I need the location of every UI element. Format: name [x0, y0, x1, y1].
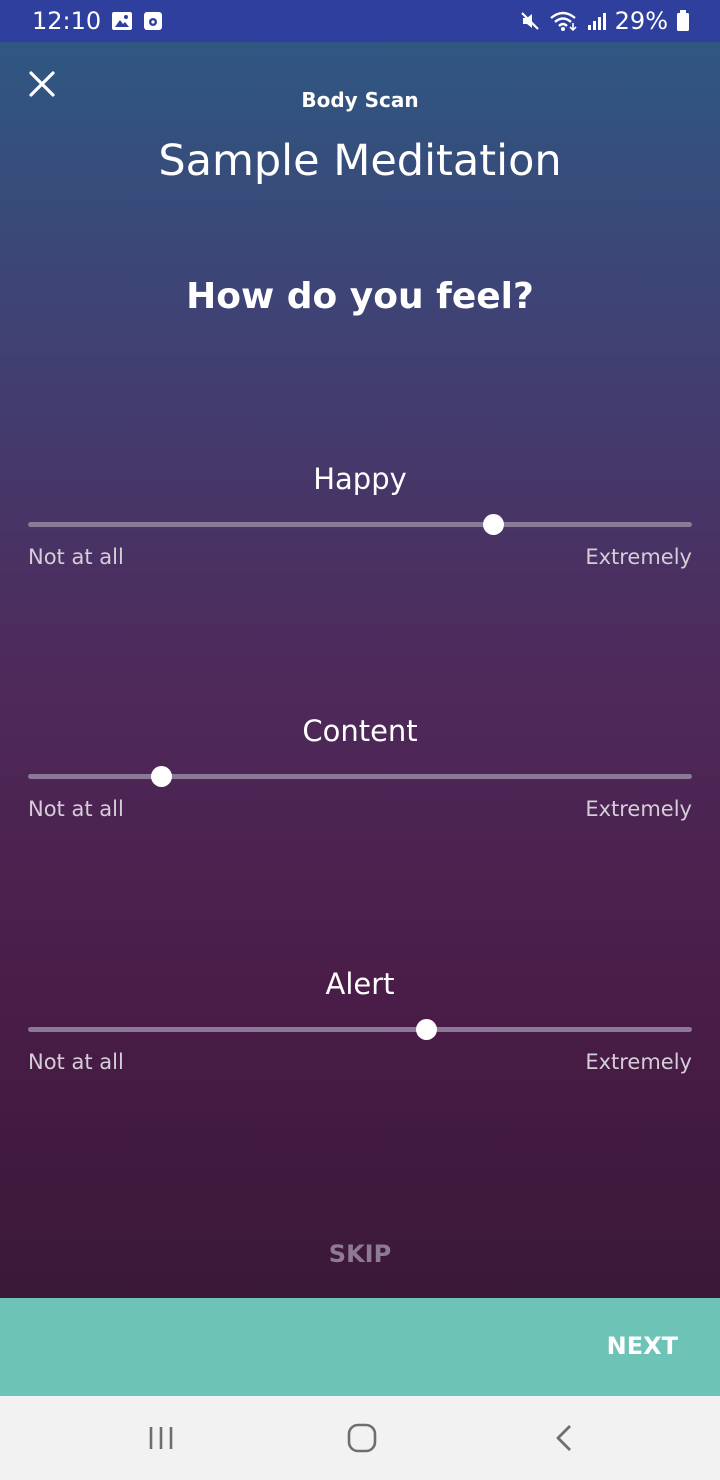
signal-icon [587, 11, 607, 31]
status-time: 12:10 [32, 7, 102, 35]
recent-apps-button[interactable] [141, 1422, 181, 1454]
slider-thumb[interactable] [150, 766, 172, 787]
slider-label: Alert [325, 967, 395, 1001]
slider-min-label: Not at all [28, 1050, 124, 1074]
slider-track[interactable] [28, 1019, 692, 1040]
slider-thumb[interactable] [416, 1019, 438, 1040]
status-right: 29% [519, 7, 690, 35]
battery-percent: 29% [614, 7, 668, 35]
slider-max-label: Extremely [585, 797, 692, 821]
back-button[interactable] [544, 1422, 584, 1454]
slider-min-label: Not at all [28, 545, 124, 569]
wifi-icon [549, 10, 579, 32]
slider-label: Happy [313, 462, 407, 496]
session-subtitle: Body Scan [301, 88, 419, 112]
slider-happy: Happy Not at all Extremely [28, 462, 692, 592]
home-button[interactable] [342, 1422, 382, 1454]
slider-max-label: Extremely [585, 1050, 692, 1074]
slider-content: Content Not at all Extremely [28, 714, 692, 844]
mute-icon [519, 10, 541, 32]
home-icon [347, 1423, 377, 1453]
status-bar: 12:10 29% [0, 0, 720, 42]
slider-min-label: Not at all [28, 797, 124, 821]
question-heading: How do you feel? [186, 276, 534, 317]
status-left: 12:10 [32, 7, 163, 35]
image-icon [111, 11, 133, 31]
slider-thumb[interactable] [482, 514, 504, 535]
slider-label: Content [302, 714, 418, 748]
battery-icon [676, 10, 690, 32]
skip-button[interactable]: SKIP [0, 1240, 720, 1268]
slider-track[interactable] [28, 766, 692, 787]
session-title: Sample Meditation [158, 136, 562, 186]
media-icon [143, 11, 163, 31]
slider-alert: Alert Not at all Extremely [28, 967, 692, 1097]
slider-track[interactable] [28, 514, 692, 535]
slider-max-label: Extremely [585, 545, 692, 569]
recent-apps-icon [149, 1427, 173, 1449]
meditation-screen: Body Scan Sample Meditation How do you f… [0, 42, 720, 1298]
next-button[interactable]: NEXT [607, 1332, 678, 1360]
navigation-bar [0, 1396, 720, 1480]
back-icon [556, 1425, 571, 1451]
next-bar[interactable]: NEXT [0, 1298, 720, 1396]
